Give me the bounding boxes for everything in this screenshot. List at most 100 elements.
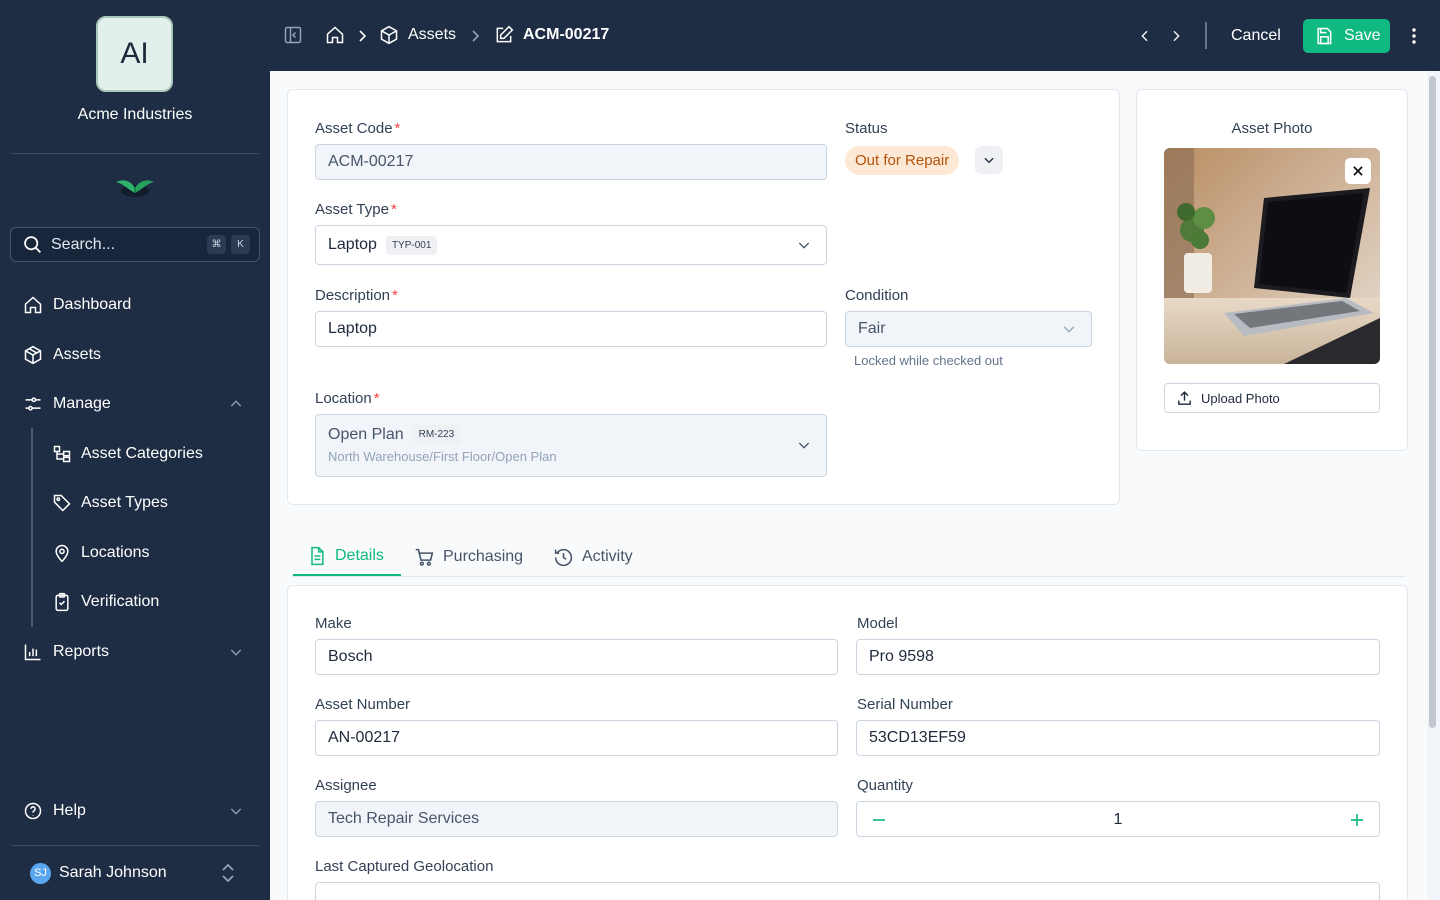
user-menu[interactable]: SJ Sarah Johnson: [0, 846, 270, 900]
sidebar-divider: [11, 153, 259, 154]
tabs-divider: [293, 576, 1406, 577]
save-icon: [1314, 26, 1334, 46]
breadcrumb-assets-label: Assets: [408, 26, 457, 43]
save-button-label: Save: [1344, 27, 1381, 44]
chevron-down-icon: [1061, 321, 1077, 337]
tab-details[interactable]: Details: [293, 538, 401, 576]
nav-asset-categories-label: Asset Categories: [81, 445, 203, 462]
search-icon: [22, 234, 43, 255]
next-icon[interactable]: [1168, 28, 1184, 44]
asset-number-field[interactable]: AN-00217: [315, 720, 838, 756]
serial-number-label: Serial Number: [857, 696, 953, 713]
nav-asset-types-label: Asset Types: [81, 494, 168, 511]
breadcrumb-current-label: ACM-00217: [523, 26, 610, 43]
tag-icon: [52, 493, 72, 513]
model-label: Model: [857, 615, 898, 632]
close-icon: [1351, 164, 1365, 178]
chevron-up-icon[interactable]: [228, 396, 244, 412]
condition-label: Condition: [845, 287, 909, 304]
sidebar-toggle-icon[interactable]: [283, 25, 303, 45]
search-box[interactable]: Search... ⌘ K: [10, 227, 260, 262]
map-pin-icon: [52, 543, 72, 563]
chevron-down-icon: [796, 237, 812, 253]
nav-verification[interactable]: Verification: [52, 584, 159, 620]
box-icon: [23, 345, 43, 365]
edit-icon: [494, 25, 514, 45]
nav-verification-label: Verification: [81, 593, 160, 610]
plus-icon[interactable]: [1348, 811, 1366, 829]
make-field[interactable]: Bosch: [315, 639, 838, 675]
nav-asset-categories[interactable]: Asset Categories: [52, 436, 203, 472]
remove-photo-button[interactable]: [1345, 158, 1371, 184]
asset-type-tag: TYP-001: [385, 235, 438, 255]
kbd-k: K: [231, 235, 250, 254]
scrollbar-thumb[interactable]: [1429, 76, 1436, 728]
save-button[interactable]: Save: [1303, 19, 1390, 53]
description-field[interactable]: Laptop: [315, 311, 827, 347]
nav-locations[interactable]: Locations: [52, 535, 150, 571]
condition-select[interactable]: Fair: [845, 311, 1092, 347]
upload-photo-button[interactable]: Upload Photo: [1164, 383, 1380, 413]
location-tag: RM-223: [412, 425, 461, 444]
model-field[interactable]: Pro 9598: [856, 639, 1380, 675]
chevron-up-down-icon[interactable]: [220, 863, 236, 883]
document-icon: [307, 546, 327, 566]
tab-purchasing[interactable]: Purchasing: [414, 538, 523, 576]
nav-reports-label: Reports: [53, 643, 110, 660]
asset-number-label: Asset Number: [315, 696, 411, 713]
assignee-field[interactable]: Tech Repair Services: [315, 801, 838, 837]
status-badge: Out for Repair: [845, 146, 960, 175]
chevron-down-icon[interactable]: [228, 644, 244, 660]
search-placeholder: Search...: [51, 235, 116, 253]
status-label: Status: [845, 120, 888, 137]
nav-assets-label: Assets: [53, 346, 102, 363]
asset-code-field[interactable]: ACM-00217: [315, 144, 827, 180]
nav-dashboard[interactable]: Dashboard: [0, 287, 270, 323]
sidebar: AI Acme Industries Search... ⌘ K Dashboa…: [0, 0, 270, 900]
geolocation-label: Last Captured Geolocation: [315, 858, 494, 875]
serial-number-field[interactable]: 53CD13EF59: [856, 720, 1380, 756]
chevron-down-icon: [796, 437, 812, 453]
org-name: Acme Industries: [77, 106, 193, 123]
user-name: Sarah Johnson: [59, 864, 167, 881]
location-select[interactable]: Open Plan RM-223 North Warehouse/First F…: [315, 414, 827, 477]
home-icon[interactable]: [325, 25, 345, 45]
condition-value: Fair: [858, 320, 886, 337]
asset-type-select[interactable]: Laptop TYP-001: [315, 225, 827, 265]
top-bar: Assets ACM-00217 Cancel Save: [270, 0, 1440, 71]
clipboard-check-icon: [52, 592, 72, 612]
geolocation-field[interactable]: [315, 882, 1380, 900]
description-label: Description *: [315, 287, 398, 304]
tab-purchasing-label: Purchasing: [443, 548, 524, 565]
breadcrumb-assets[interactable]: Assets: [379, 25, 456, 45]
breadcrumb-current: ACM-00217: [494, 25, 609, 45]
history-icon: [553, 547, 574, 568]
condition-hint: Locked while checked out: [854, 353, 1003, 368]
previous-icon[interactable]: [1137, 28, 1153, 44]
home-icon: [23, 295, 43, 315]
asset-type-label: Asset Type *: [315, 201, 397, 218]
nav-help-label: Help: [53, 802, 86, 819]
org-logo[interactable]: AI: [96, 16, 173, 92]
cart-icon: [414, 547, 435, 568]
photo-title: Asset Photo: [1231, 120, 1313, 137]
nav-manage[interactable]: Manage: [0, 386, 270, 422]
chevron-right-icon: [356, 29, 368, 43]
cancel-button[interactable]: Cancel: [1231, 27, 1281, 45]
upload-photo-label: Upload Photo: [1201, 390, 1280, 406]
sliders-icon: [23, 394, 43, 414]
quantity-label: Quantity: [857, 777, 913, 794]
tab-activity[interactable]: Activity: [553, 538, 633, 576]
nav-help[interactable]: Help: [0, 793, 270, 829]
chevron-down-icon[interactable]: [228, 803, 244, 819]
chevron-right-icon: [469, 29, 481, 43]
hierarchy-icon: [52, 444, 72, 464]
leaf-icon: [114, 174, 156, 202]
more-vertical-icon[interactable]: [1408, 26, 1420, 46]
nav-asset-types[interactable]: Asset Types: [52, 485, 168, 521]
nav-assets[interactable]: Assets: [0, 337, 270, 373]
nav-reports[interactable]: Reports: [0, 634, 270, 670]
quantity-value[interactable]: 1: [857, 811, 1379, 829]
location-label: Location *: [315, 390, 380, 407]
status-dropdown[interactable]: [975, 146, 1003, 174]
